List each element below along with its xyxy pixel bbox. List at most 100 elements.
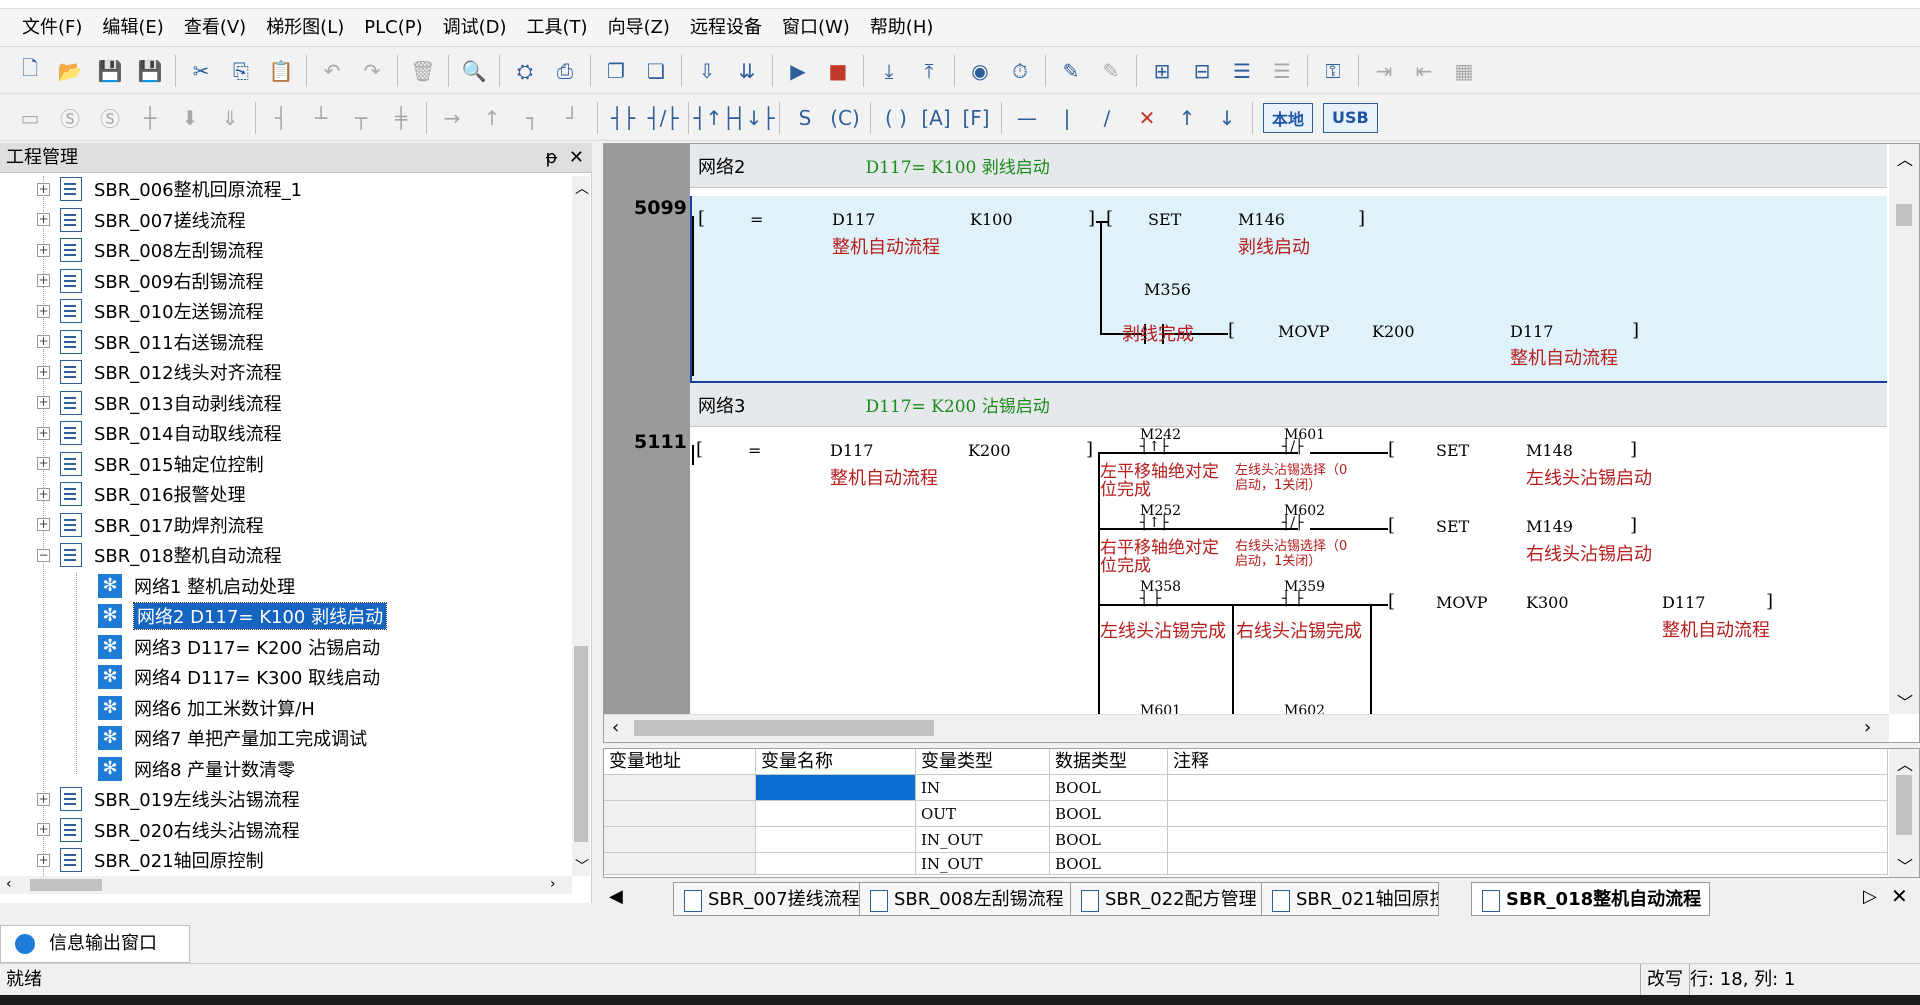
net3-r2-dst[interactable]: M149 (1526, 517, 1573, 536)
hwire-icon[interactable]: — (1009, 100, 1045, 136)
tab-scroll-right-icon[interactable]: ▷ (1863, 886, 1877, 907)
coil-a-icon[interactable]: [A] (918, 100, 954, 136)
table-cell[interactable]: IN (916, 775, 1050, 801)
table-cell[interactable] (604, 853, 756, 875)
corner-icon[interactable]: ┐ (514, 100, 550, 136)
tree-item-subroutine[interactable]: + SBR_008左刮锡流程 (37, 235, 264, 265)
table-cell-selected[interactable] (756, 775, 916, 801)
expand-icon[interactable]: + (37, 457, 50, 470)
editor-scroll-down-icon[interactable]: ﹀ (1897, 689, 1913, 713)
editor-scroll-up-icon[interactable]: ︿ (1897, 146, 1913, 170)
test-icon[interactable]: ⚿ (1315, 53, 1351, 89)
net2-mov-dst[interactable]: D117 (1510, 322, 1553, 341)
collapse-icon[interactable]: − (37, 548, 50, 562)
table-cell[interactable] (1168, 827, 1888, 853)
scroll-right-icon[interactable]: › (550, 876, 556, 892)
table-cell[interactable]: BOOL (1050, 801, 1168, 827)
net3-cmp-a[interactable]: D117 (830, 441, 873, 460)
net3-r2-op[interactable]: SET (1436, 517, 1469, 536)
table-cell[interactable]: BOOL (1050, 853, 1168, 875)
table-cell[interactable] (604, 801, 756, 827)
expand-icon[interactable]: + (37, 335, 50, 348)
ladder-editor[interactable]: 5099 5111 网络2 D117= K100 剥线启动 [ = D117 整… (603, 143, 1920, 743)
open-icon[interactable]: 📂 (52, 53, 88, 89)
tree-item-subroutine[interactable]: + SBR_017助焊剂流程 (37, 510, 264, 540)
tree-item-subroutine[interactable]: + SBR_013自动剥线流程 (37, 388, 282, 418)
tree-item-subroutine[interactable]: − SBR_018整机自动流程 (37, 540, 282, 570)
net2-cmp-op[interactable]: = (750, 210, 763, 229)
expand-icon[interactable]: + (37, 823, 50, 836)
down-arrow-icon[interactable]: ⬇ (172, 100, 208, 136)
tree-item-subroutine[interactable]: + SBR_015轴定位控制 (37, 449, 264, 479)
sfc2-icon[interactable]: Ⓢ (92, 100, 128, 136)
tree-item-network[interactable]: ✻ 网络8 产量计数清零 (98, 754, 295, 784)
usb-button[interactable]: USB (1323, 102, 1378, 133)
net3-r3-op[interactable]: MOVP (1436, 593, 1488, 612)
tree-item-network[interactable]: ✻ 网络6 加工米数计算/H (98, 693, 315, 723)
s-contact-icon[interactable]: S (787, 100, 823, 136)
delete-icon[interactable]: 🗑 (405, 53, 441, 89)
tree-item-network[interactable]: ✻ 网络2 D117= K100 剥线启动 (98, 601, 388, 631)
network2-header[interactable]: 网络2 D117= K100 剥线启动 (690, 144, 1887, 188)
down-icon[interactable]: ↓ (1209, 100, 1245, 136)
menu-ladder[interactable]: 梯形图(L) (256, 9, 354, 47)
tab-scroll-left-icon[interactable]: ◀ (609, 886, 623, 907)
table-cell[interactable] (1168, 853, 1888, 875)
editor-hscroll-thumb[interactable] (634, 720, 934, 736)
net2-cmp-b[interactable]: K100 (970, 210, 1013, 229)
window2-icon[interactable]: ❏ (638, 53, 674, 89)
scroll-down-icon[interactable]: ﹀ (575, 856, 589, 876)
print-icon[interactable]: ⎙ (547, 53, 583, 89)
expand-icon[interactable]: + (37, 213, 50, 226)
tree-item-network[interactable]: ✻ 网络7 单把产量加工完成调试 (98, 723, 367, 753)
expand-icon[interactable]: + (37, 396, 50, 409)
net3-r1-op[interactable]: SET (1436, 441, 1469, 460)
table-cell[interactable] (1168, 775, 1888, 801)
up-icon[interactable]: ↑ (1169, 100, 1205, 136)
tree-item-subroutine[interactable]: + SBR_016报警处理 (37, 479, 246, 509)
table-cell[interactable]: IN_OUT (916, 853, 1050, 875)
expand-icon[interactable]: + (37, 426, 50, 440)
insert-col-icon[interactable]: ┴ (303, 100, 339, 136)
network2-icon[interactable]: ⊟ (1184, 53, 1220, 89)
net3-r1-dst[interactable]: M148 (1526, 441, 1573, 460)
net3-r3-dst[interactable]: D117 (1662, 593, 1705, 612)
editor-scroll-right-icon[interactable]: › (1864, 717, 1871, 738)
paste-icon[interactable]: 📋 (263, 53, 299, 89)
menu-remote[interactable]: 远程设备 (680, 9, 772, 47)
menu-view[interactable]: 查看(V) (174, 9, 256, 47)
net2-mov-op[interactable]: MOVP (1278, 322, 1330, 341)
menu-tools[interactable]: 工具(T) (517, 9, 598, 47)
tree-item-subroutine[interactable]: + SBR_009右刮锡流程 (37, 266, 264, 296)
sfc-icon[interactable]: Ⓢ (52, 100, 88, 136)
network2-body[interactable]: [ = D117 整机自动流程 K100 ] [ SET M146 剥线启动 ]… (690, 196, 1887, 383)
tab-sbr007[interactable]: SBR_007搓线流程 (673, 882, 869, 916)
col-var-address[interactable]: 变量地址 (604, 749, 756, 775)
find-icon[interactable]: 🔍 (456, 53, 492, 89)
tree-hscroll-thumb[interactable] (30, 879, 102, 891)
network-icon[interactable]: ⊞ (1144, 53, 1180, 89)
vartable-scroll-down-icon[interactable]: ﹀ (1897, 853, 1913, 877)
stop-icon[interactable]: ■ (820, 53, 856, 89)
insert-row-icon[interactable]: ┤ (263, 100, 299, 136)
tab-sbr018[interactable]: SBR_018整机自动流程 (1471, 882, 1711, 916)
menu-plc[interactable]: PLC(P) (354, 9, 432, 47)
vartable-scroll-thumb[interactable] (1896, 775, 1912, 835)
branch-icon[interactable]: ┼ (132, 100, 168, 136)
table-cell[interactable]: IN_OUT (916, 827, 1050, 853)
cut-icon[interactable]: ✂ (183, 53, 219, 89)
editor-scroll-left-icon[interactable]: ‹ (612, 717, 619, 738)
fall-contact-icon[interactable]: ┤↓├ (734, 100, 775, 136)
delete-row-icon[interactable]: ┬ (343, 100, 379, 136)
undo-icon[interactable]: ↶ (314, 53, 350, 89)
webcam-icon[interactable]: ◉ (962, 53, 998, 89)
network3-header[interactable]: 网络3 D117= K200 沾锡启动 (690, 383, 1887, 427)
scroll-left-icon[interactable]: ‹ (6, 876, 12, 892)
local-button[interactable]: 本地 (1263, 102, 1314, 133)
timer-icon[interactable]: ⏱ (1002, 53, 1038, 89)
upload-icon[interactable]: ⤒ (911, 53, 947, 89)
menu-edit[interactable]: 编辑(E) (92, 9, 173, 47)
tree-scroll-thumb[interactable] (574, 646, 588, 842)
tab-close-icon[interactable]: ✕ (1891, 884, 1908, 908)
run-icon[interactable]: ▶ (780, 53, 816, 89)
